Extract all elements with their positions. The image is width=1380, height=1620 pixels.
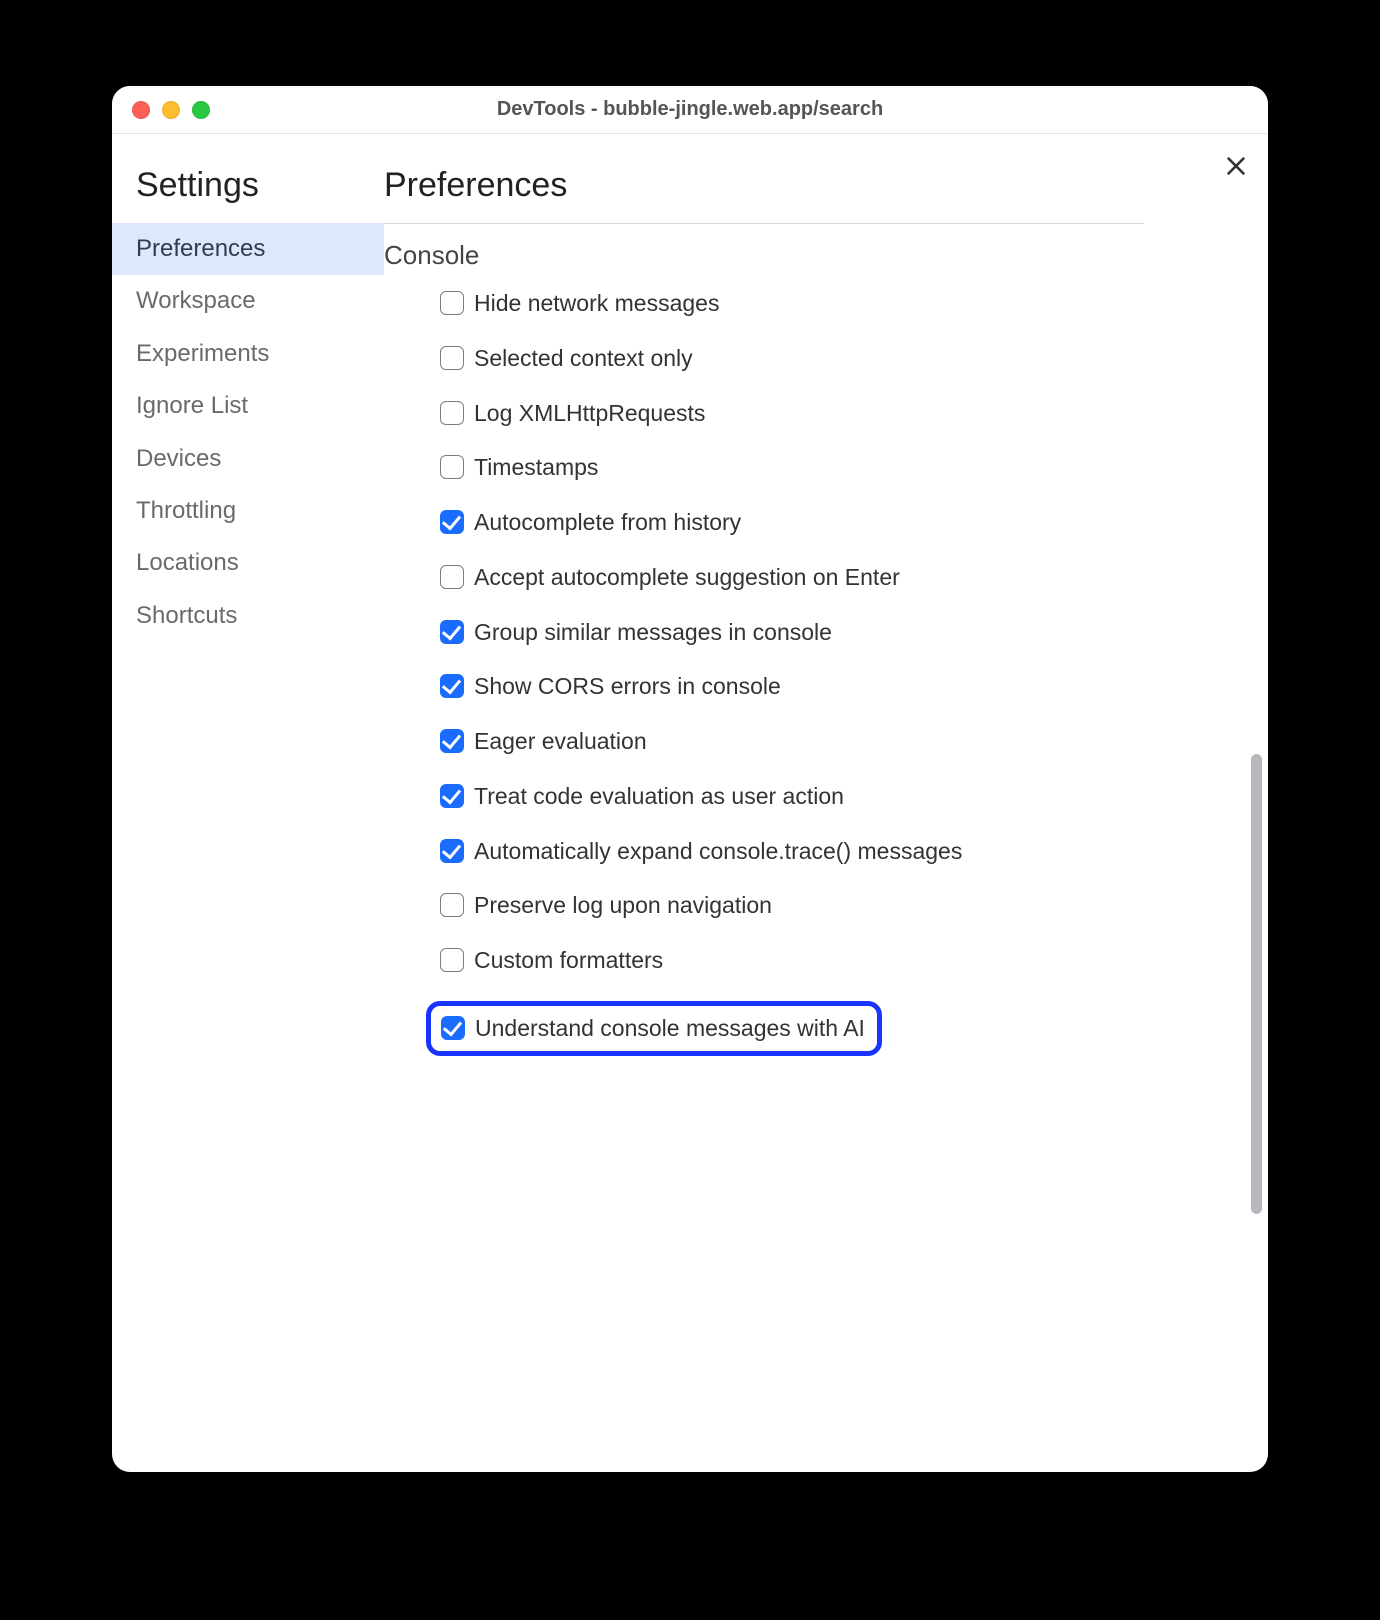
- checkbox[interactable]: [440, 729, 464, 753]
- section-title-console: Console: [384, 240, 1244, 271]
- content: Settings PreferencesWorkspaceExperiments…: [112, 134, 1268, 1472]
- option-row: Accept autocomplete suggestion on Enter: [440, 563, 1074, 592]
- sidebar-item-workspace[interactable]: Workspace: [112, 275, 384, 327]
- main-panel: Preferences Console Hide network message…: [384, 134, 1268, 1472]
- sidebar-item-preferences[interactable]: Preferences: [112, 223, 384, 275]
- option-row: Treat code evaluation as user action: [440, 782, 1074, 811]
- option-row: Selected context only: [440, 344, 1074, 373]
- window-minimize-dot[interactable]: [162, 101, 180, 119]
- checkbox[interactable]: [440, 455, 464, 479]
- option-label: Show CORS errors in console: [474, 672, 781, 701]
- option-label: Understand console messages with AI: [475, 1014, 865, 1043]
- checkbox[interactable]: [440, 839, 464, 863]
- window-close-dot[interactable]: [132, 101, 150, 119]
- option-label: Timestamps: [474, 453, 598, 482]
- option-label: Log XMLHttpRequests: [474, 399, 705, 428]
- option-row: Custom formatters: [440, 946, 1074, 975]
- window-title: DevTools - bubble-jingle.web.app/search: [112, 98, 1268, 121]
- sidebar: Settings PreferencesWorkspaceExperiments…: [112, 134, 384, 1472]
- option-row: Autocomplete from history: [440, 508, 1074, 537]
- checkbox[interactable]: [440, 565, 464, 589]
- checkbox[interactable]: [440, 784, 464, 808]
- sidebar-heading: Settings: [136, 166, 384, 205]
- checkbox[interactable]: [440, 893, 464, 917]
- divider: [384, 223, 1144, 224]
- option-row: Hide network messages: [440, 289, 1074, 318]
- option-label: Automatically expand console.trace() mes…: [474, 837, 962, 866]
- sidebar-item-ignore-list[interactable]: Ignore List: [112, 380, 384, 432]
- checkbox[interactable]: [440, 401, 464, 425]
- option-row: Group similar messages in console: [440, 618, 1074, 647]
- checkbox[interactable]: [440, 291, 464, 315]
- checkbox[interactable]: [440, 510, 464, 534]
- checkbox[interactable]: [440, 948, 464, 972]
- option-label: Hide network messages: [474, 289, 719, 318]
- sidebar-item-throttling[interactable]: Throttling: [112, 485, 384, 537]
- sidebar-item-experiments[interactable]: Experiments: [112, 328, 384, 380]
- option-row: Eager evaluation: [440, 727, 1074, 756]
- checkbox[interactable]: [441, 1016, 465, 1040]
- option-label: Selected context only: [474, 344, 693, 373]
- titlebar: DevTools - bubble-jingle.web.app/search: [112, 86, 1268, 134]
- option-row: Timestamps: [440, 453, 1074, 482]
- page-title: Preferences: [384, 166, 1244, 205]
- option-row: Preserve log upon navigation: [440, 891, 1074, 920]
- option-label: Accept autocomplete suggestion on Enter: [474, 563, 900, 592]
- option-label: Autocomplete from history: [474, 508, 741, 537]
- option-row: Understand console messages with AI: [426, 1001, 882, 1056]
- sidebar-item-devices[interactable]: Devices: [112, 433, 384, 485]
- devtools-window: DevTools - bubble-jingle.web.app/search …: [112, 86, 1268, 1472]
- window-zoom-dot[interactable]: [192, 101, 210, 119]
- option-label: Treat code evaluation as user action: [474, 782, 844, 811]
- option-label: Group similar messages in console: [474, 618, 832, 647]
- option-row: Automatically expand console.trace() mes…: [440, 837, 1074, 866]
- checkbox[interactable]: [440, 346, 464, 370]
- sidebar-item-locations[interactable]: Locations: [112, 537, 384, 589]
- scrollbar-thumb[interactable]: [1251, 754, 1262, 1214]
- sidebar-item-shortcuts[interactable]: Shortcuts: [112, 590, 384, 642]
- option-label: Eager evaluation: [474, 727, 647, 756]
- option-label: Custom formatters: [474, 946, 663, 975]
- options-list: Hide network messages Selected context on…: [384, 289, 1074, 1082]
- option-row: Show CORS errors in console: [440, 672, 1074, 701]
- checkbox[interactable]: [440, 674, 464, 698]
- option-label: Preserve log upon navigation: [474, 891, 772, 920]
- checkbox[interactable]: [440, 620, 464, 644]
- option-row: Log XMLHttpRequests: [440, 399, 1074, 428]
- traffic-lights: [132, 101, 210, 119]
